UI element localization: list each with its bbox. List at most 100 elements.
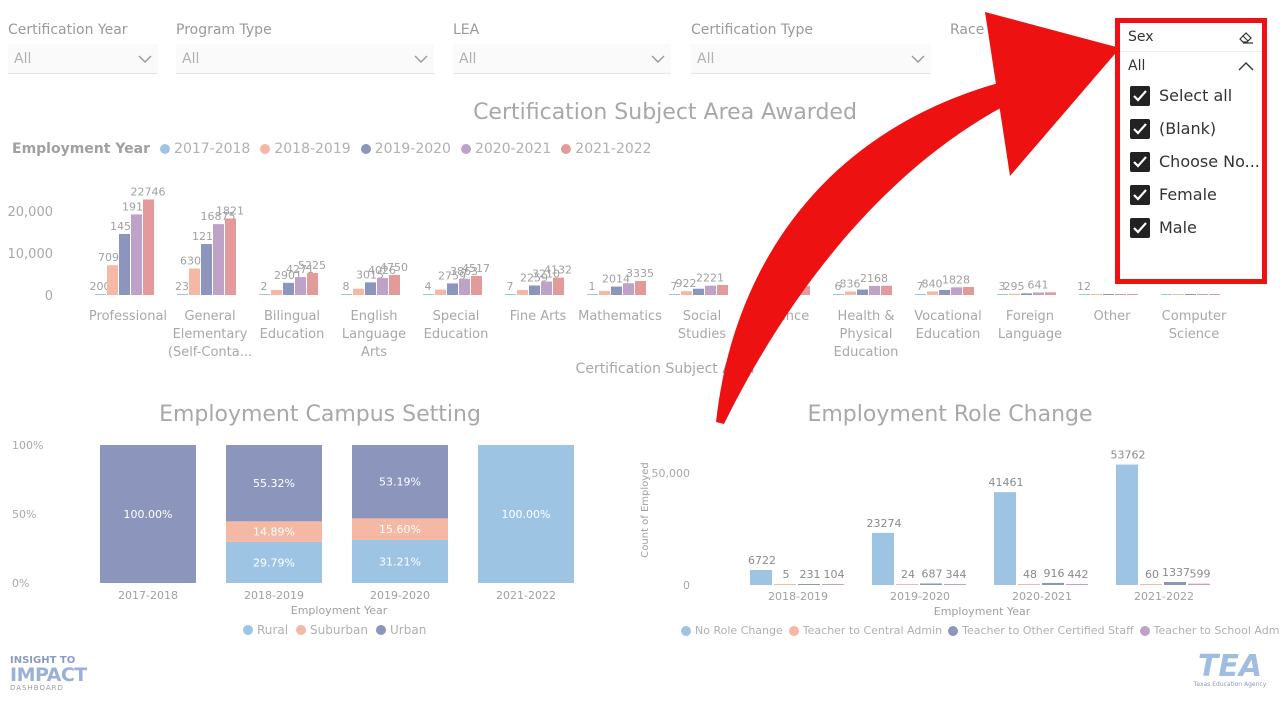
checkbox-checked-icon[interactable]: [1130, 118, 1150, 139]
data-label: 641: [1028, 278, 1049, 291]
x-tick-label: Arts: [361, 345, 387, 360]
bar: [951, 287, 962, 295]
bar: [225, 218, 236, 295]
eraser-icon[interactable]: [1238, 30, 1254, 44]
bar: [1115, 294, 1126, 295]
bar: [213, 224, 224, 295]
option-select-all[interactable]: Select all: [1120, 79, 1262, 112]
bar: [1164, 582, 1186, 585]
y-axis-title: Count of Employed: [640, 462, 651, 557]
segment-label: 55.32%: [253, 477, 295, 490]
y-tick-label: 50,000: [652, 467, 691, 480]
data-label: 23274: [867, 517, 902, 530]
bar: [1197, 294, 1208, 295]
bar: [1009, 293, 1020, 295]
bar: [997, 294, 1008, 295]
x-tick-label: Education: [916, 327, 981, 342]
x-tick-label: 2021-2022: [1134, 590, 1194, 603]
x-tick-label: Education: [834, 345, 899, 360]
data-label: 23: [175, 280, 189, 293]
legend-label: Rural: [257, 623, 289, 637]
bar: [693, 288, 704, 295]
option-choose-not[interactable]: Choose No...: [1120, 145, 1262, 178]
role-chart-legend: No Role Change Teacher to Central Admin …: [681, 624, 1280, 637]
bar: [259, 294, 270, 295]
legend-item: Teacher to School Admin: [1139, 624, 1280, 637]
tea-logo-text: TEA: [1197, 649, 1263, 684]
x-tick-label: Fine Arts: [510, 309, 567, 324]
option-label: Female: [1159, 185, 1217, 204]
bar: [447, 283, 458, 295]
checkbox-checked-icon[interactable]: [1130, 85, 1150, 106]
legend-label: Teacher to Central Admin: [802, 624, 943, 637]
bar: [787, 287, 798, 295]
legend-label: Suburban: [310, 623, 368, 637]
legend-item: Teacher to Other Certified Staff: [948, 624, 1134, 637]
y-tick-label: 20,000: [8, 205, 54, 220]
bar: [423, 294, 434, 295]
bar: [717, 284, 728, 295]
legend-dot: [681, 625, 691, 636]
bar: [845, 291, 856, 295]
x-tick-label: Language: [998, 327, 1062, 342]
bar: [553, 277, 564, 295]
option-label: Male: [1159, 218, 1197, 237]
campus-chart-title: Employment Campus Setting: [159, 402, 481, 427]
legend-dot: [376, 625, 386, 635]
data-label: 836: [840, 277, 861, 290]
insight-to-impact-logo: INSIGHT TO IMPACT DASHBOARD: [10, 656, 100, 692]
x-tick-label: 2017-2018: [118, 589, 178, 602]
legend-label: No Role Change: [695, 624, 783, 637]
y-tick-label: 50%: [12, 508, 36, 521]
checkbox-checked-icon[interactable]: [1130, 217, 1150, 238]
bar: [599, 290, 610, 295]
bar: [623, 283, 634, 295]
x-tick-label: Other: [1094, 309, 1132, 324]
bar: [119, 233, 130, 295]
x-tick-label: Science: [1169, 327, 1219, 342]
checkbox-checked-icon[interactable]: [1130, 184, 1150, 205]
data-label: 4: [425, 280, 432, 293]
option-male[interactable]: Male: [1120, 211, 1262, 244]
bar: [295, 277, 306, 295]
segment-label: 100.00%: [124, 508, 173, 521]
bar: [763, 290, 774, 295]
x-tick-label: English: [351, 309, 398, 324]
legend-label: Teacher to Other Certified Staff: [962, 624, 1134, 637]
x-tick-label: Special: [433, 309, 480, 324]
data-label: 5225: [298, 259, 326, 272]
x-tick-label: 2020-2021: [1012, 590, 1072, 603]
bar: [1018, 584, 1040, 585]
data-label: 4517: [462, 262, 490, 275]
data-label: 599: [1190, 568, 1211, 581]
bar: [353, 288, 364, 295]
x-tick-label: 2021-2022: [496, 589, 556, 602]
x-tick-label: Mathematics: [578, 309, 662, 324]
legend-item: Suburban: [296, 623, 368, 637]
option-blank[interactable]: (Blank): [1120, 112, 1262, 145]
y-tick-label: 0%: [12, 577, 29, 590]
data-label: 2168: [860, 272, 888, 285]
x-tick-label: Language: [342, 327, 406, 342]
legend-dot: [948, 625, 959, 636]
data-label: 687: [922, 567, 943, 580]
option-female[interactable]: Female: [1120, 178, 1262, 211]
x-tick-label: 2018-2019: [244, 589, 304, 602]
bar: [750, 569, 772, 585]
bar: [307, 273, 318, 295]
y-tick-label: 10,000: [8, 247, 54, 262]
data-label: 2: [261, 280, 268, 293]
sex-filter-dropdown[interactable]: Sex All Select all (Blank) Choose No... …: [1115, 18, 1267, 284]
legend-dot: [788, 625, 799, 636]
bar: [798, 584, 820, 585]
bar: [505, 294, 516, 295]
sex-filter-selected[interactable]: All: [1120, 51, 1262, 79]
bar: [1066, 584, 1088, 585]
checkbox-checked-icon[interactable]: [1130, 151, 1150, 172]
x-tick-label: Elementary: [173, 327, 248, 342]
bar: [963, 287, 974, 295]
bar: [920, 583, 942, 585]
data-label: 1828: [942, 273, 970, 286]
x-tick-label: Foreign: [1006, 309, 1054, 324]
bar: [869, 285, 880, 295]
